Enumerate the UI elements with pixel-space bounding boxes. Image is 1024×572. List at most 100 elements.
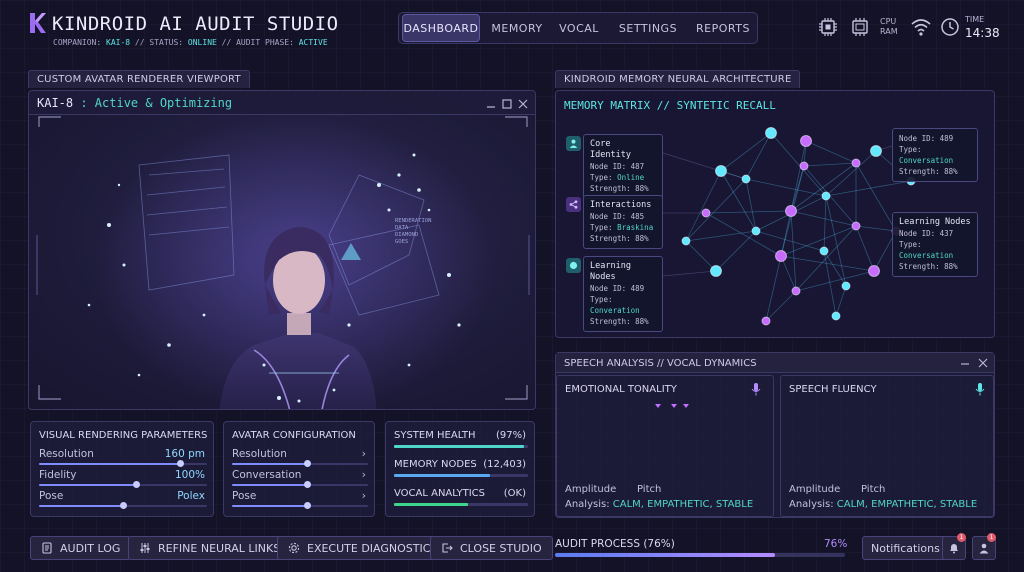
companion-label: COMPANION: bbox=[53, 38, 102, 47]
audit-process-value: 76% bbox=[824, 538, 848, 550]
fluency-waveform bbox=[788, 411, 985, 477]
memory-node-card[interactable]: Learning Nodes Node ID: 489 Type: Conver… bbox=[583, 256, 663, 332]
node-id-value: 487 bbox=[630, 162, 645, 171]
node-id-row: Node ID: 489 bbox=[899, 133, 971, 144]
node-type-value: Online bbox=[617, 173, 645, 182]
neural-link bbox=[803, 162, 857, 167]
system-health-value: (97%) bbox=[495, 430, 526, 441]
slider-knob[interactable] bbox=[177, 460, 185, 467]
config-pose-slider[interactable] bbox=[232, 502, 368, 509]
pose-slider[interactable] bbox=[39, 502, 207, 509]
visual-params-panel: VISUAL RENDERING PARAMETERS Resolution 1… bbox=[30, 421, 214, 517]
neural-link bbox=[765, 290, 797, 322]
window-controls[interactable] bbox=[485, 98, 531, 110]
wifi-icon[interactable] bbox=[910, 17, 932, 37]
companion-status-line: COMPANION: KAI-8 // STATUS: ONLINE // AU… bbox=[53, 38, 328, 47]
execute-diagnostics-label: EXECUTE DIAGNOSTICS bbox=[307, 541, 438, 555]
exit-icon bbox=[442, 543, 453, 553]
config-resolution-slider[interactable] bbox=[232, 460, 368, 467]
node-strength-value: 88% bbox=[944, 167, 958, 176]
maximize-icon bbox=[502, 99, 512, 109]
tab-reports[interactable]: REPORTS bbox=[692, 14, 754, 42]
amplitude-label: Amplitude bbox=[565, 484, 617, 495]
avatar-viewport[interactable]: KAI-8 : Active & Optimizing RENDERATION … bbox=[28, 90, 536, 410]
node-type-label: Type: bbox=[899, 240, 922, 249]
node-type-value: Conversation bbox=[899, 251, 954, 260]
memory-node-card[interactable]: Interactions Node ID: 485 Type: Braskina… bbox=[583, 195, 663, 249]
chevron-right-icon[interactable]: › bbox=[362, 447, 366, 460]
slider-fill bbox=[232, 463, 307, 465]
slider-knob[interactable] bbox=[133, 481, 141, 488]
node-type-value: Converation bbox=[590, 306, 640, 315]
node-type-value: Braskina bbox=[617, 223, 654, 232]
user-icon bbox=[979, 543, 989, 554]
neural-link bbox=[855, 225, 875, 272]
node-type-row: Type: Conversation bbox=[899, 144, 971, 166]
neural-link bbox=[685, 178, 747, 242]
memory-chip-icon[interactable] bbox=[850, 17, 870, 37]
audit-log-button[interactable]: AUDIT LOG bbox=[30, 536, 132, 560]
fidelity-slider[interactable] bbox=[39, 481, 207, 488]
param-value-pose: Polex bbox=[177, 490, 205, 502]
neural-link bbox=[720, 132, 772, 172]
chip-icon[interactable] bbox=[818, 17, 838, 37]
slider-knob[interactable] bbox=[303, 460, 311, 467]
config-conversation-slider[interactable] bbox=[232, 481, 368, 488]
notifications-button[interactable]: Notifications bbox=[862, 536, 949, 560]
slider-knob[interactable] bbox=[120, 502, 127, 509]
execute-diagnostics-button[interactable]: EXECUTE DIAGNOSTICS bbox=[277, 536, 449, 560]
neural-link bbox=[790, 140, 807, 212]
chevron-right-icon[interactable]: › bbox=[362, 489, 366, 502]
tab-memory[interactable]: MEMORY bbox=[488, 14, 546, 42]
chevron-right-icon[interactable]: › bbox=[362, 468, 366, 481]
bell-icon bbox=[950, 544, 958, 554]
tab-dashboard[interactable]: DASHBOARD bbox=[402, 14, 480, 42]
node-strength-row: Strength: 88% bbox=[590, 233, 656, 244]
card-leader-line bbox=[662, 152, 747, 180]
node-type-value: Conversation bbox=[899, 156, 954, 165]
neural-node bbox=[831, 311, 841, 321]
node-id-label: Node ID: bbox=[590, 284, 627, 293]
phase-label: // AUDIT PHASE: bbox=[221, 38, 294, 47]
config-label-resolution: Resolution bbox=[232, 448, 287, 460]
node-id-value: 489 bbox=[939, 134, 954, 143]
notification-badge: 1 bbox=[957, 533, 966, 542]
slider-fill bbox=[232, 484, 307, 486]
neural-link bbox=[805, 140, 857, 164]
resolution-slider[interactable] bbox=[39, 460, 207, 467]
microphone-icon[interactable] bbox=[975, 382, 985, 396]
memory-node-card[interactable]: Node ID: 489 Type: Conversation Strength… bbox=[892, 128, 978, 182]
speech-window-controls[interactable] bbox=[959, 358, 989, 368]
close-icon bbox=[518, 99, 528, 109]
microphone-icon[interactable] bbox=[751, 382, 761, 396]
memory-panel[interactable]: MEMORY MATRIX // SYNTETIC RECALL Core Id… bbox=[555, 90, 995, 338]
tab-vocal[interactable]: VOCAL bbox=[554, 14, 604, 42]
system-health-label: SYSTEM HEALTH bbox=[394, 430, 476, 441]
slider-knob[interactable] bbox=[303, 481, 311, 488]
refine-neural-links-button[interactable]: REFINE NEURAL LINKS bbox=[128, 536, 292, 560]
analysis-line: Analysis: CALM, EMPATHETIC, STABLE bbox=[565, 499, 753, 510]
memory-tab-title: KINDROID MEMORY NEURAL ARCHITECTURE bbox=[555, 70, 801, 88]
neural-node bbox=[785, 205, 797, 217]
slider-fill bbox=[39, 484, 137, 486]
memory-node-card[interactable]: Core Identity Node ID: 487 Type: Online … bbox=[583, 134, 663, 199]
node-strength-value: 88% bbox=[635, 234, 649, 243]
param-label-resolution: Resolution bbox=[39, 448, 94, 460]
close-studio-button[interactable]: CLOSE STUDIO bbox=[430, 536, 553, 560]
time-label: TIME bbox=[965, 15, 985, 24]
memory-node-card[interactable]: Learning Nodes Node ID: 437 Type: Conver… bbox=[892, 212, 978, 277]
node-id-row: Node ID: 489 bbox=[590, 283, 656, 294]
neural-link bbox=[715, 230, 757, 272]
tab-settings[interactable]: SETTINGS bbox=[612, 14, 684, 42]
neural-node bbox=[701, 208, 711, 218]
overlay-line: GOES bbox=[395, 239, 409, 245]
slider-knob[interactable] bbox=[303, 502, 311, 509]
neural-link bbox=[685, 240, 717, 272]
speech-analysis-panel: SPEECH ANALYSIS // VOCAL DYNAMICS EMOTIO… bbox=[555, 352, 995, 518]
neural-link bbox=[825, 150, 877, 197]
viewport-title: KAI-8 : Active & Optimizing bbox=[37, 96, 232, 110]
vocal-analytics-label: VOCAL ANALYTICS bbox=[394, 488, 486, 499]
status-value: ONLINE bbox=[187, 38, 217, 47]
node-id-row: Node ID: 485 bbox=[590, 211, 656, 222]
analysis-line: Analysis: CALM, EMPATHETIC, STABLE bbox=[789, 499, 977, 510]
